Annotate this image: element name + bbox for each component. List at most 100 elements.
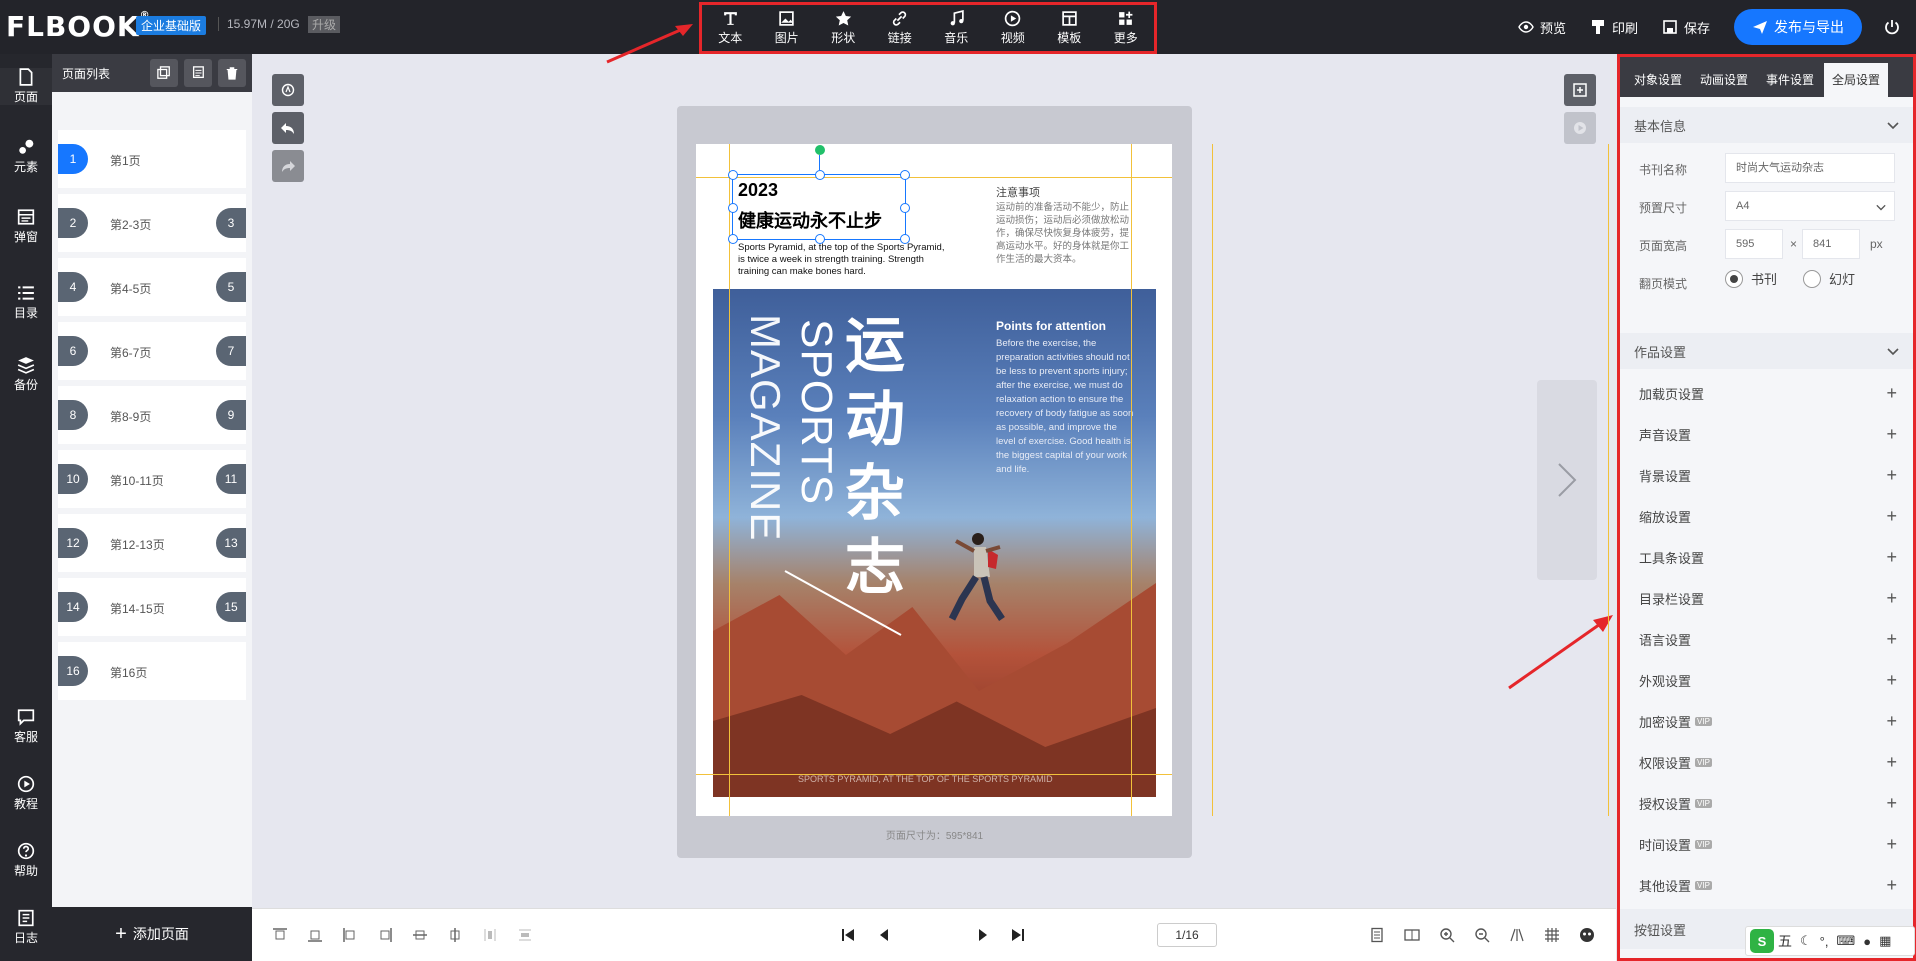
- flbook-logo[interactable]: FLBOOK®: [6, 10, 151, 43]
- align-top-icon[interactable]: [272, 927, 288, 943]
- page-number-input[interactable]: 1/16: [1157, 923, 1217, 947]
- setting-row[interactable]: 背景设置 +: [1620, 455, 1913, 496]
- expand-plus-icon[interactable]: +: [1886, 670, 1897, 691]
- nav-log[interactable]: 日志: [0, 909, 52, 946]
- work-settings-section[interactable]: 作品设置: [1620, 333, 1913, 369]
- tab-object-settings[interactable]: 对象设置: [1626, 63, 1690, 97]
- user-icon[interactable]: ●: [1863, 934, 1871, 949]
- next-page-button[interactable]: [1537, 380, 1597, 580]
- prev-page-icon[interactable]: [876, 927, 892, 943]
- delete-page-button[interactable]: [218, 59, 246, 87]
- page-canvas[interactable]: 2023 健康运动永不止步 Sports Pyramid, at the top…: [696, 144, 1172, 816]
- zoom-out-icon[interactable]: [1474, 927, 1490, 943]
- page-height-input[interactable]: 841: [1802, 229, 1860, 259]
- grid-icon[interactable]: [1544, 927, 1560, 943]
- page-thumbnail-card[interactable]: 1 第1页: [58, 130, 246, 188]
- setting-row[interactable]: 声音设置 +: [1620, 414, 1913, 455]
- align-left-icon[interactable]: [342, 927, 358, 943]
- resize-handle[interactable]: [900, 203, 910, 213]
- setting-row[interactable]: 目录栏设置 +: [1620, 578, 1913, 619]
- next-page-icon[interactable]: [975, 927, 991, 943]
- auto-layout-button[interactable]: [272, 74, 304, 106]
- expand-plus-icon[interactable]: +: [1886, 711, 1897, 732]
- setting-row[interactable]: 权限设置 VIP +: [1620, 742, 1913, 783]
- expand-plus-icon[interactable]: +: [1886, 506, 1897, 527]
- apps-icon[interactable]: ▦: [1879, 933, 1891, 949]
- redo-button[interactable]: [272, 150, 304, 182]
- page-thumbnail-card[interactable]: 10 第10-11页 11: [58, 450, 246, 508]
- setting-row[interactable]: 加载页设置 +: [1620, 373, 1913, 414]
- tool-link[interactable]: 链接: [874, 10, 926, 46]
- tool-text[interactable]: 文本: [704, 10, 756, 46]
- distribute-h-icon[interactable]: [482, 927, 498, 943]
- expand-plus-icon[interactable]: +: [1886, 424, 1897, 445]
- nav-tutorial[interactable]: 教程: [0, 775, 52, 812]
- expand-plus-icon[interactable]: +: [1886, 793, 1897, 814]
- mascot-icon[interactable]: [1579, 927, 1595, 943]
- tab-event-settings[interactable]: 事件设置: [1758, 63, 1822, 97]
- expand-plus-icon[interactable]: +: [1886, 875, 1897, 896]
- page-thumbnail-card[interactable]: 16 第16页: [58, 642, 246, 700]
- keyboard-icon[interactable]: ⌨: [1836, 933, 1855, 949]
- setting-row[interactable]: 工具条设置 +: [1620, 537, 1913, 578]
- resize-handle[interactable]: [900, 234, 910, 244]
- first-page-icon[interactable]: [840, 927, 856, 943]
- ime-mode[interactable]: 五: [1778, 931, 1792, 951]
- punctuation-icon[interactable]: °,: [1820, 934, 1829, 949]
- nav-pages[interactable]: 页面: [0, 68, 52, 105]
- resize-handle[interactable]: [815, 234, 825, 244]
- selection-box[interactable]: [728, 145, 910, 244]
- single-page-icon[interactable]: [1369, 927, 1385, 943]
- notice-title[interactable]: 注意事项: [996, 184, 1040, 200]
- preview-button[interactable]: 预览: [1518, 18, 1566, 37]
- ime-toolbar[interactable]: S 五 ☾ °, ⌨ ● ▦: [1745, 926, 1915, 956]
- expand-plus-icon[interactable]: +: [1886, 752, 1897, 773]
- basic-info-section[interactable]: 基本信息: [1620, 107, 1913, 143]
- notice-body[interactable]: 运动前的准备活动不能少，防止运动损伤；运动后必须做放松动作，确保尽快恢复身体疲劳…: [996, 201, 1136, 266]
- setting-row[interactable]: 时间设置 VIP +: [1620, 824, 1913, 865]
- tool-shape[interactable]: 形状: [817, 10, 869, 46]
- resize-handle[interactable]: [728, 203, 738, 213]
- page-thumbnail-card[interactable]: 14 第14-15页 15: [58, 578, 246, 636]
- book-name-input[interactable]: 时尚大气运动杂志: [1725, 153, 1895, 183]
- nav-help[interactable]: 帮助: [0, 842, 52, 879]
- align-right-icon[interactable]: [377, 927, 393, 943]
- setting-row[interactable]: 外观设置 +: [1620, 660, 1913, 701]
- nav-elements[interactable]: 元素: [0, 138, 52, 175]
- align-middle-icon[interactable]: [412, 927, 428, 943]
- tab-global-settings[interactable]: 全局设置: [1824, 63, 1889, 97]
- duplicate-page-button[interactable]: [184, 59, 212, 87]
- setting-row[interactable]: 加密设置 VIP +: [1620, 701, 1913, 742]
- page-thumbnail-card[interactable]: 12 第12-13页 13: [58, 514, 246, 572]
- align-center-icon[interactable]: [447, 927, 463, 943]
- setting-row[interactable]: 缩放设置 +: [1620, 496, 1913, 537]
- tool-template[interactable]: 模板: [1043, 10, 1095, 46]
- flip-mode-slide-radio[interactable]: 幻灯: [1803, 269, 1855, 288]
- nav-toc[interactable]: 目录: [0, 284, 52, 321]
- tool-music[interactable]: 音乐: [930, 10, 982, 46]
- expand-plus-icon[interactable]: +: [1886, 465, 1897, 486]
- tab-animation-settings[interactable]: 动画设置: [1692, 63, 1756, 97]
- nav-backup[interactable]: 备份: [0, 356, 52, 393]
- page-thumbnail-card[interactable]: 6 第6-7页 7: [58, 322, 246, 380]
- double-page-icon[interactable]: [1404, 927, 1420, 943]
- preset-size-select[interactable]: A4: [1725, 191, 1895, 221]
- print-button[interactable]: 印刷: [1590, 18, 1638, 37]
- page-width-input[interactable]: 595: [1725, 229, 1783, 259]
- nav-popup[interactable]: 弹窗: [0, 208, 52, 245]
- play-preview-button[interactable]: [1564, 112, 1596, 144]
- align-bottom-icon[interactable]: [307, 927, 323, 943]
- zoom-in-icon[interactable]: [1439, 927, 1455, 943]
- tool-image[interactable]: 图片: [761, 10, 813, 46]
- expand-plus-icon[interactable]: +: [1886, 588, 1897, 609]
- expand-plus-icon[interactable]: +: [1886, 834, 1897, 855]
- add-page-right-button[interactable]: [1564, 74, 1596, 106]
- expand-plus-icon[interactable]: +: [1886, 547, 1897, 568]
- page-thumbnail-card[interactable]: 2 第2-3页 3: [58, 194, 246, 252]
- upgrade-link[interactable]: 升级: [308, 16, 341, 33]
- undo-button[interactable]: [272, 112, 304, 144]
- resize-handle[interactable]: [728, 170, 738, 180]
- copy-page-button[interactable]: [150, 59, 178, 87]
- expand-plus-icon[interactable]: +: [1886, 629, 1897, 650]
- resize-handle[interactable]: [900, 170, 910, 180]
